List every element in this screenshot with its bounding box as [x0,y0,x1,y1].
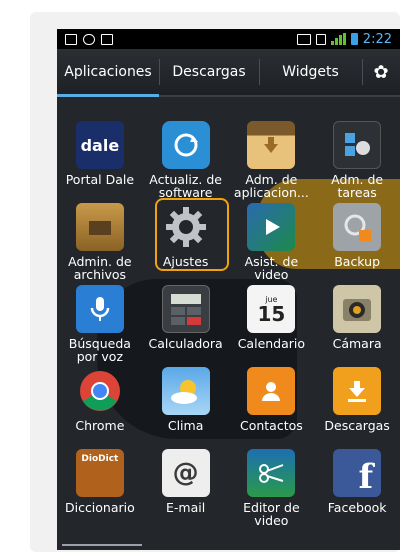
app-adm-tareas[interactable]: Adm. de tareas [314,121,400,203]
app-label: Búsqueda por voz [68,336,131,364]
calendar-icon: jue 15 [247,285,296,333]
app-calendario[interactable]: jue 15 Calendario [229,285,315,367]
tab-descargas[interactable]: Descargas [159,49,259,95]
app-label: Cámara [332,336,382,351]
app-busqueda-voz[interactable]: Búsqueda por voz [57,285,143,367]
app-label: Asist. de video [244,254,299,282]
app-label: Adm. de aplicacion... [233,172,309,200]
gear-icon: ✿ [373,61,389,83]
search-notification-icon [83,33,95,45]
video-wizard-icon [247,203,296,251]
app-label: Backup [334,254,381,269]
status-bar: 2:22 [57,29,400,49]
app-label: Admin. de archivos [68,254,132,282]
tab-bar: Aplicaciones Descargas Widgets ✿ [57,49,400,97]
app-backup[interactable]: Backup [314,203,400,285]
task-manager-icon [333,121,382,169]
app-label: Contactos [239,418,303,433]
folder-icon [75,203,124,251]
app-label: Facebook [327,500,387,515]
app-clima[interactable]: Clima [143,367,229,449]
app-contactos[interactable]: Contactos [229,367,315,449]
gallery-notification-icon [65,33,77,45]
app-label: Calendario [237,336,306,351]
app-adm-aplicaciones[interactable]: Adm. de aplicacion... [229,121,315,203]
microphone-icon [75,285,124,333]
app-label: Editor de video [243,500,300,528]
dictionary-icon: DioDict [75,449,124,497]
selection-highlight [155,198,229,271]
battery-icon [350,33,358,45]
dale-icon: dale [75,121,124,169]
facebook-icon: f [333,449,382,497]
app-editor-video[interactable]: Editor de video [229,449,315,531]
signal-icon [330,33,346,45]
app-label: Descargas [324,418,390,433]
app-descargas[interactable]: Descargas [314,367,400,449]
app-grid: dale Portal Dale Actualiz. de software A… [57,121,400,531]
backup-icon [333,203,382,251]
page-indicator [62,544,142,546]
phone-screen: 2:22 Aplicaciones Descargas Widgets ✿ da… [57,29,400,550]
app-chrome[interactable]: Chrome [57,367,143,449]
app-diccionario[interactable]: DioDict Diccionario [57,449,143,531]
app-label: Diccionario [64,500,135,515]
app-admin-archivos[interactable]: Admin. de archivos [57,203,143,285]
calendar-date: 15 [257,301,286,326]
update-icon [161,121,210,169]
app-portal-dale[interactable]: dale Portal Dale [57,121,143,203]
chrome-icon [76,367,124,415]
contacts-icon [247,367,296,415]
app-manager-icon [247,121,296,169]
app-label: Chrome [75,418,125,433]
app-label: Portal Dale [65,172,135,187]
app-label: Calculadora [148,336,223,351]
app-calculadora[interactable]: Calculadora [143,285,229,367]
camera-icon [333,285,382,333]
email-icon: @ [161,449,210,497]
store-notification-icon [101,33,113,45]
data-icon [315,33,326,45]
app-facebook[interactable]: f Facebook [314,449,400,531]
tab-aplicaciones[interactable]: Aplicaciones [57,49,159,97]
app-actualiz-software[interactable]: Actualiz. de software [143,121,229,203]
calculator-icon [161,285,210,333]
download-icon [333,367,382,415]
tab-widgets[interactable]: Widgets [259,49,362,95]
clock: 2:22 [362,31,392,47]
weather-icon [161,367,210,415]
settings-tab[interactable]: ✿ [362,49,400,95]
app-camara[interactable]: Cámara [314,285,400,367]
nfc-icon [296,33,311,45]
app-label: Clima [167,418,204,433]
app-label: E-mail [166,500,206,515]
video-editor-icon [247,449,296,497]
app-asist-video[interactable]: Asist. de video [229,203,315,285]
app-label: Adm. de tareas [331,172,384,200]
app-email[interactable]: @ E-mail [143,449,229,531]
app-label: Actualiz. de software [149,172,223,200]
